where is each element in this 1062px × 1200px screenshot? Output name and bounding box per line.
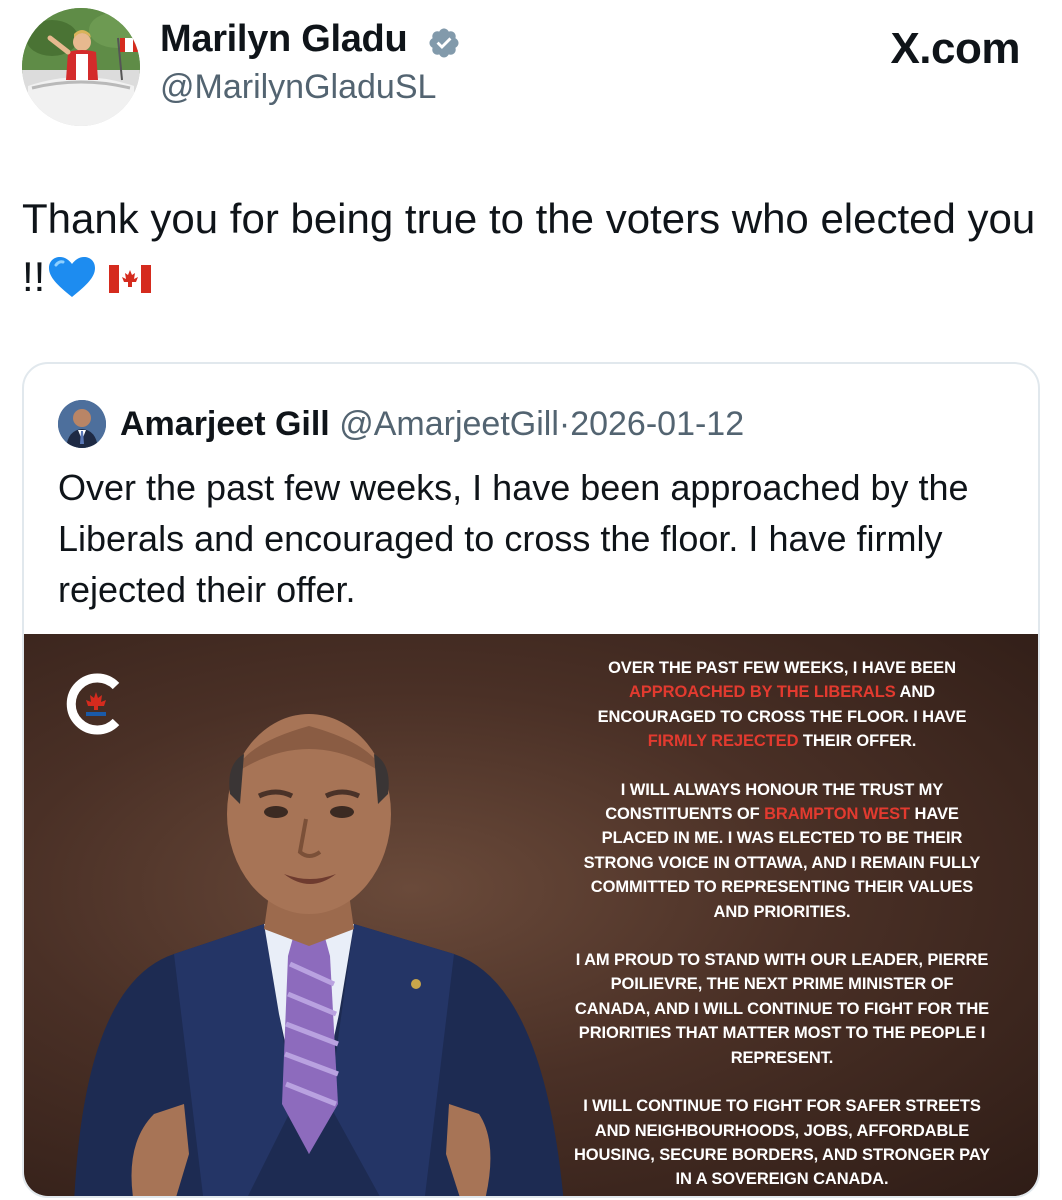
statement-segment: their offer. xyxy=(798,732,917,751)
quoted-tweet-image[interactable]: Over the past few weeks, I have been app… xyxy=(24,634,1038,1196)
author-avatar[interactable] xyxy=(22,8,140,126)
statement-segment: I will continue to fight for safer stree… xyxy=(573,1097,991,1189)
quoted-author-handle[interactable]: @AmarjeetGill xyxy=(339,405,559,443)
quoted-author-name[interactable]: Amarjeet Gill xyxy=(120,405,330,443)
statement-paragraph: I am proud to stand with our leader, Pie… xyxy=(572,948,992,1070)
quoted-tweet-text: Over the past few weeks, I have been app… xyxy=(58,467,969,610)
image-statement-text: Over the past few weeks, I have been app… xyxy=(572,656,992,1196)
quoted-tweet-date[interactable]: 2026-01-12 xyxy=(570,405,744,443)
tweet-screenshot: Marilyn Gladu @MarilynGladuSL X.com Than… xyxy=(0,0,1062,1200)
statement-paragraph: I will always honour the trust my consti… xyxy=(572,778,992,924)
tweet-body: Thank you for being true to the voters w… xyxy=(22,195,1036,300)
highlighted-phrase: approached by the Liberals xyxy=(629,683,896,702)
avatar-photo xyxy=(22,8,140,126)
statement-paragraph: I will continue to fight for safer stree… xyxy=(572,1094,992,1192)
tweet-text: Thank you for being true to the voters w… xyxy=(22,190,1042,306)
statement-segment: I am proud to stand with our leader, Pie… xyxy=(574,951,990,1067)
speaker-photo xyxy=(74,714,564,1196)
meta-separator: · xyxy=(558,405,571,443)
verified-badge-icon xyxy=(429,28,459,58)
highlighted-phrase: Brampton West xyxy=(764,805,911,824)
quoted-avatar-photo xyxy=(58,400,106,448)
author-handle[interactable]: @MarilynGladuSL xyxy=(160,68,436,107)
statement-segment: Over the past few weeks, I have been xyxy=(608,659,956,677)
statement-paragraph: Over the past few weeks, I have been app… xyxy=(572,656,992,754)
author-name[interactable]: Marilyn Gladu xyxy=(160,18,408,61)
quoted-tweet-meta: Amarjeet Gill @AmarjeetGill·2026-01-12 xyxy=(120,400,744,448)
blue-heart-icon xyxy=(49,257,96,297)
site-label: X.com xyxy=(890,24,1020,73)
canada-flag-icon xyxy=(109,265,152,293)
quoted-tweet-card[interactable]: Amarjeet Gill @AmarjeetGill·2026-01-12 O… xyxy=(22,362,1040,1198)
highlighted-phrase: firmly rejected xyxy=(647,732,799,751)
quoted-author-avatar[interactable] xyxy=(58,400,106,448)
